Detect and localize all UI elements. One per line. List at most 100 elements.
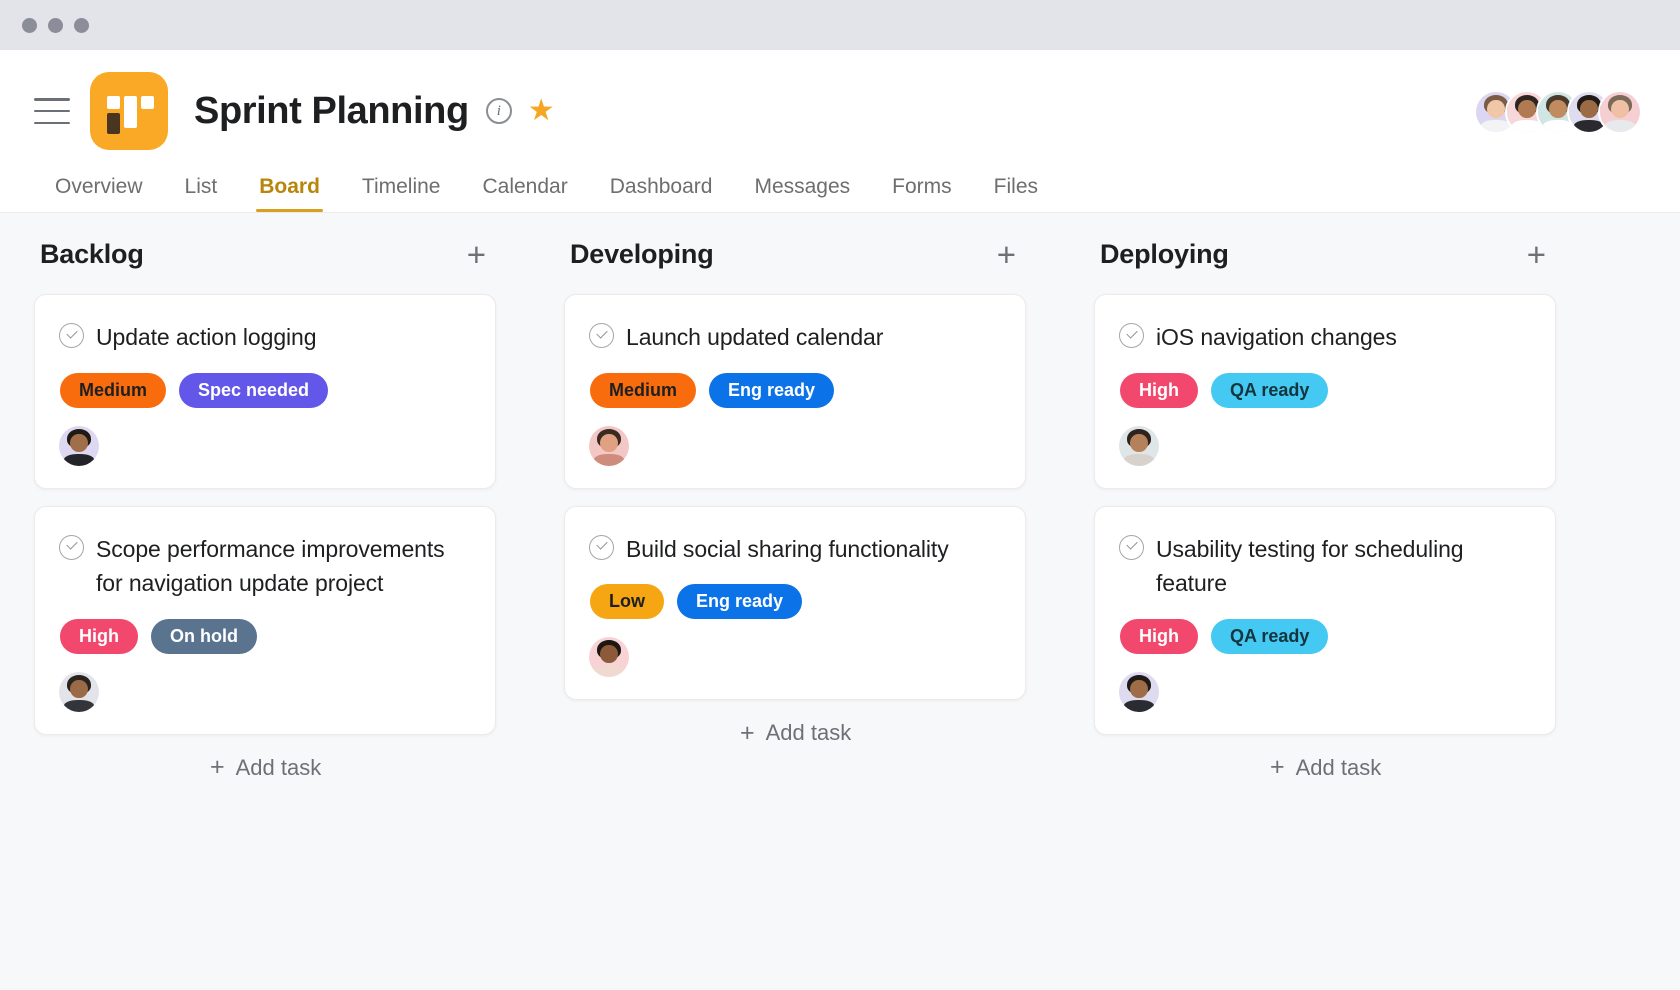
assignee-avatar[interactable]: [1119, 671, 1159, 712]
task-tag-row: High QA ready: [1119, 372, 1531, 408]
avatar-face: [589, 425, 629, 466]
avatar-face: [1119, 671, 1159, 712]
assignee-avatar[interactable]: [589, 425, 629, 466]
add-card-plus-icon[interactable]: +: [1523, 238, 1550, 271]
avatar-head: [1580, 100, 1598, 119]
board-column-developing: Developing + Launch updated calendar Medium…: [530, 238, 1060, 990]
member-5[interactable]: [1598, 90, 1642, 134]
task-tag[interactable]: On hold: [151, 618, 257, 654]
avatar-head: [70, 433, 88, 452]
task-tag-row: High On hold: [59, 618, 471, 654]
task-tag[interactable]: Medium: [60, 372, 167, 408]
check-circle-icon[interactable]: [1119, 323, 1144, 348]
avatar-body: [593, 453, 625, 466]
tab-overview[interactable]: Overview: [34, 175, 164, 212]
avatar-body: [1123, 453, 1155, 466]
avatar-head: [1518, 100, 1536, 119]
avatar-head: [70, 679, 88, 698]
board-app-icon-block: [124, 96, 137, 128]
add-task-button[interactable]: + Add task: [1094, 755, 1556, 781]
page-title: Sprint Planning: [194, 89, 469, 132]
task-tag[interactable]: High: [1120, 372, 1198, 408]
tab-calendar[interactable]: Calendar: [461, 175, 588, 212]
info-icon[interactable]: i: [485, 98, 512, 124]
add-task-button[interactable]: + Add task: [564, 720, 1026, 746]
task-tag[interactable]: Spec needed: [179, 372, 329, 408]
task-tag[interactable]: QA ready: [1211, 372, 1329, 408]
task-title: Usability testing for scheduling feature: [1156, 535, 1464, 597]
avatar-head: [1130, 433, 1148, 452]
window-minimize-dot[interactable]: [48, 17, 63, 33]
column-header: Deploying +: [1094, 238, 1556, 271]
task-footer: [589, 425, 1001, 466]
assignee-avatar[interactable]: [59, 671, 99, 712]
avatar-face: [59, 425, 99, 466]
task-footer: [589, 637, 1001, 677]
assignee-avatar[interactable]: [59, 425, 99, 466]
avatar-head: [1487, 100, 1505, 119]
task-title-row: Launch updated calendar: [589, 320, 1001, 355]
header-top-row: Sprint Planning i ★: [0, 50, 1680, 154]
hamburger-icon[interactable]: [34, 98, 70, 124]
board-column-deploying: Deploying + iOS navigation changes High QA r…: [1060, 238, 1590, 990]
add-task-button[interactable]: + Add task: [34, 755, 496, 781]
task-tag-row: Medium Eng ready: [589, 372, 1001, 408]
task-tag[interactable]: Medium: [590, 372, 697, 408]
avatar-body: [1123, 699, 1155, 712]
check-circle-icon[interactable]: [589, 534, 614, 560]
task-title-row: iOS navigation changes: [1119, 320, 1531, 355]
task-card[interactable]: Usability testing for scheduling feature…: [1094, 505, 1556, 735]
add-task-label: Add task: [765, 720, 852, 745]
tab-messages[interactable]: Messages: [733, 175, 871, 212]
task-tag[interactable]: High: [1120, 618, 1198, 654]
task-title-row: Scope performance improvements for navig…: [59, 532, 471, 601]
task-card[interactable]: Launch updated calendar Medium Eng ready: [564, 294, 1026, 489]
task-card[interactable]: Scope performance improvements for navig…: [34, 505, 496, 735]
task-card[interactable]: Update action logging Medium Spec needed: [34, 294, 496, 489]
task-tag[interactable]: QA ready: [1211, 618, 1329, 654]
star-icon[interactable]: ★: [528, 96, 555, 126]
plus-icon: +: [1270, 753, 1285, 781]
task-tag[interactable]: Low: [590, 584, 664, 619]
window-maximize-dot[interactable]: [74, 17, 89, 33]
avatar-face: [589, 637, 629, 677]
hamburger-line: [34, 121, 70, 124]
column-title: Developing: [570, 239, 714, 269]
board-column-backlog: Backlog + Update action logging Medium Spec …: [0, 238, 530, 990]
task-tag[interactable]: Eng ready: [677, 584, 803, 619]
hamburger-line: [34, 98, 70, 101]
column-header: Developing +: [564, 238, 1026, 271]
task-footer: [59, 425, 471, 466]
task-tag-row: Medium Spec needed: [59, 372, 471, 408]
check-circle-icon[interactable]: [59, 323, 84, 348]
task-tag-row: Low Eng ready: [589, 584, 1001, 619]
card-list: Update action logging Medium Spec needed Sc…: [34, 294, 496, 735]
task-card[interactable]: Build social sharing functionality Low Eng…: [564, 505, 1026, 700]
avatar-head: [1549, 100, 1567, 119]
member-avatar-group[interactable]: [1474, 90, 1642, 134]
window-chrome: [0, 0, 1680, 50]
check-circle-icon[interactable]: [59, 534, 84, 560]
check-circle-icon[interactable]: [1119, 534, 1144, 560]
tab-dashboard[interactable]: Dashboard: [589, 175, 734, 212]
task-tag[interactable]: Eng ready: [709, 372, 835, 408]
app-header: Sprint Planning i ★ Overview List Board Tim…: [0, 50, 1680, 213]
task-tag[interactable]: High: [60, 618, 138, 654]
add-card-plus-icon[interactable]: +: [993, 238, 1020, 271]
avatar-head: [1130, 679, 1148, 698]
tab-board[interactable]: Board: [238, 175, 341, 212]
check-circle-icon[interactable]: [589, 323, 614, 348]
task-footer: [59, 671, 471, 712]
tab-files[interactable]: Files: [973, 175, 1059, 212]
tab-timeline[interactable]: Timeline: [341, 175, 462, 212]
tab-forms[interactable]: Forms: [871, 175, 973, 212]
tab-list[interactable]: List: [164, 175, 239, 212]
assignee-avatar[interactable]: [589, 637, 629, 677]
add-card-plus-icon[interactable]: +: [463, 238, 490, 271]
avatar-body: [63, 699, 95, 712]
assignee-avatar[interactable]: [1119, 425, 1159, 466]
task-card[interactable]: iOS navigation changes High QA ready: [1094, 294, 1556, 489]
board-app-icon-block: [107, 113, 120, 134]
window-close-dot[interactable]: [22, 17, 37, 33]
card-list: Launch updated calendar Medium Eng ready Bu…: [564, 294, 1026, 700]
